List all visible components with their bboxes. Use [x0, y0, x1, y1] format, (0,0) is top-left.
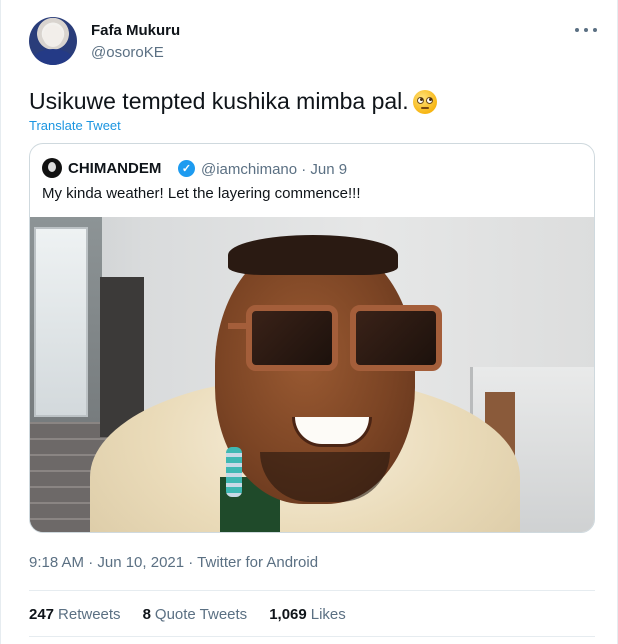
sunglasses — [228, 305, 442, 371]
quoted-author-handle-date: @iamchimano · Jun 9 — [201, 161, 348, 178]
avatar-shirt — [33, 49, 73, 65]
quote-tweets-stat[interactable]: 8 Quote Tweets — [143, 606, 248, 623]
quoted-tweet-text: My kinda weather! Let the layering comme… — [42, 185, 361, 202]
verified-badge-icon: ✓ — [178, 160, 195, 177]
author-name[interactable]: Fafa Mukuru — [91, 22, 180, 39]
tweet-text: Usikuwe tempted kushika mimba pal. — [29, 88, 437, 115]
avatar-head — [43, 25, 63, 47]
quoted-tweet-photo[interactable] — [30, 217, 594, 532]
author-handle[interactable]: @osoroKE — [91, 44, 164, 61]
retweets-stat[interactable]: 247 Retweets — [29, 606, 121, 623]
divider — [29, 590, 595, 591]
tweet-timestamp[interactable]: 9:18 AM · Jun 10, 2021 · Twitter for And… — [29, 554, 318, 571]
tweet-card: Fafa Mukuru @osoroKE Usikuwe tempted kus… — [0, 0, 618, 644]
divider — [29, 636, 595, 637]
author-avatar[interactable] — [29, 17, 77, 65]
quoted-author-name: CHIMANDEM — [68, 160, 162, 177]
quoted-author-avatar — [42, 158, 62, 178]
rolling-eyes-emoji-icon — [412, 89, 437, 114]
quoted-tweet[interactable]: CHIMANDEM ✓ @iamchimano · Jun 9 My kinda… — [29, 143, 595, 533]
tweet-stats: 247 Retweets 8 Quote Tweets 1,069 Likes — [29, 606, 346, 623]
more-options-icon[interactable] — [575, 22, 597, 38]
translate-tweet-link[interactable]: Translate Tweet — [29, 118, 121, 133]
tweet-text-content: Usikuwe tempted kushika mimba pal. — [29, 88, 409, 114]
likes-stat[interactable]: 1,069 Likes — [269, 606, 346, 623]
